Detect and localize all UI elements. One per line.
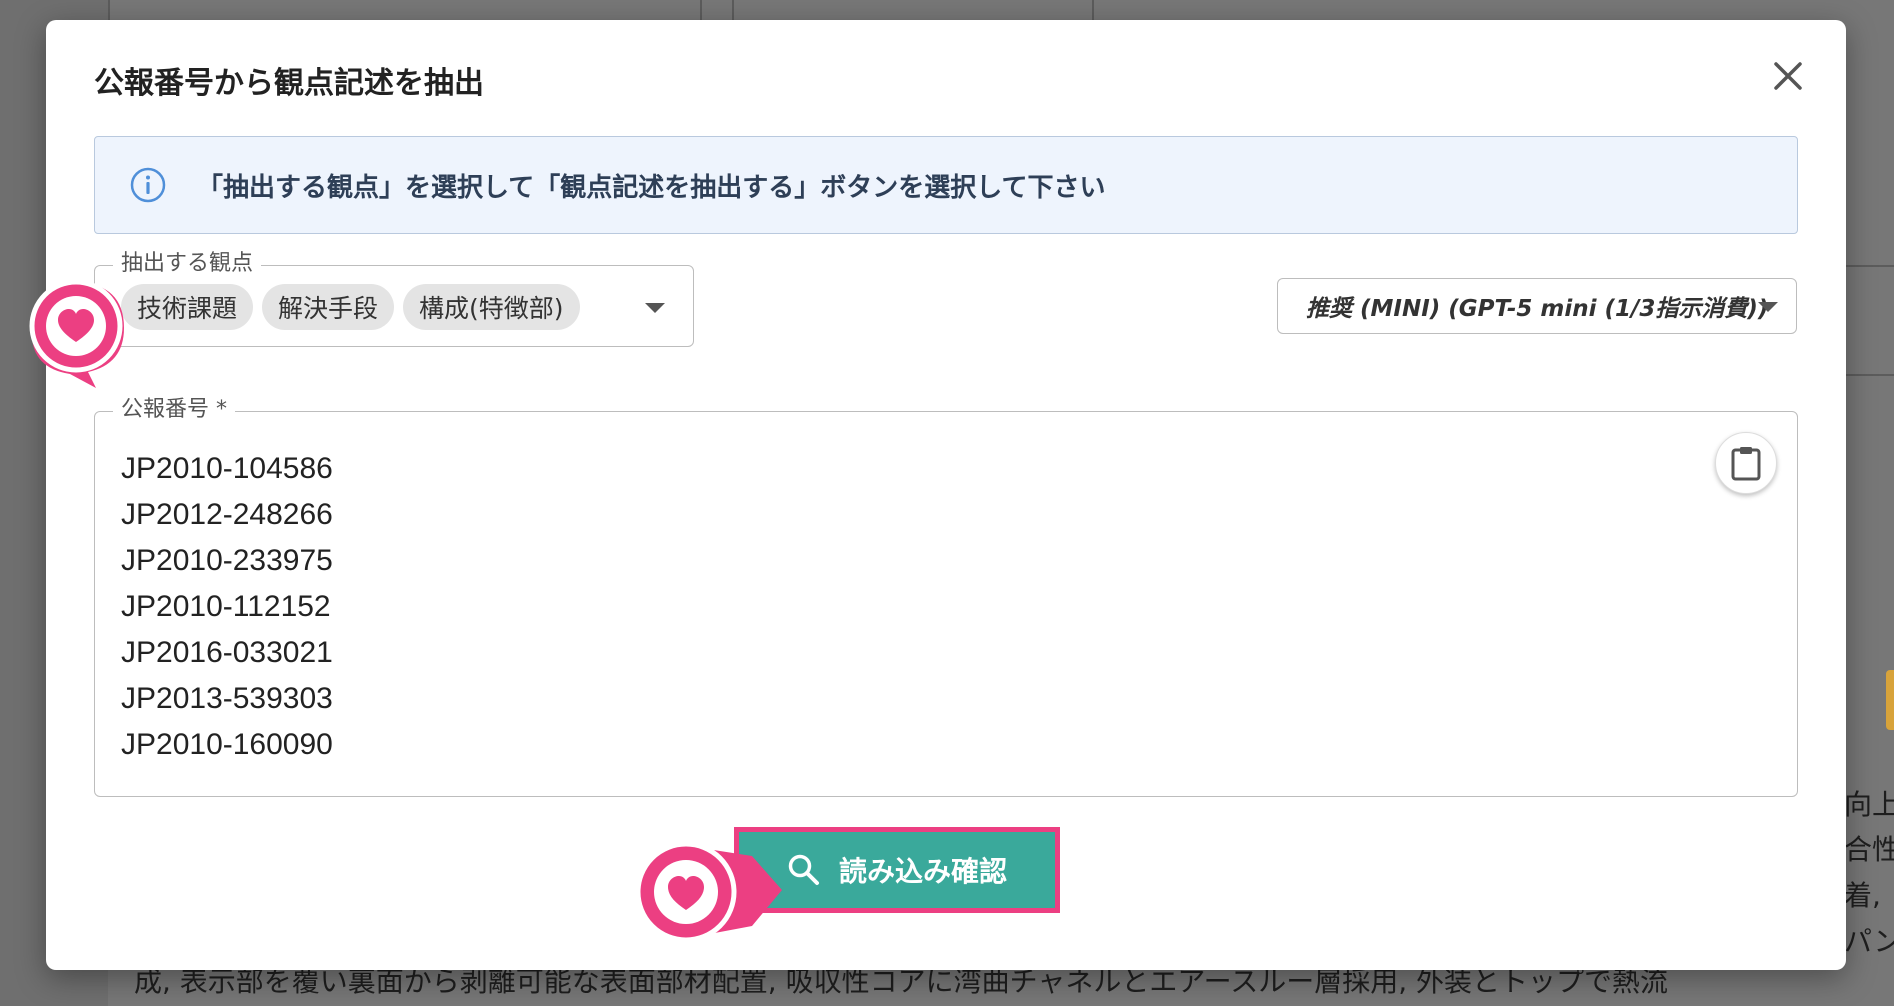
dialog-title: 公報番号から観点記述を抽出 [94,66,484,101]
chevron-down-icon[interactable] [645,303,665,313]
publication-number-list[interactable]: JP2010-104586 JP2012-248266 JP2010-23397… [121,446,333,768]
paste-button[interactable] [1715,432,1777,494]
publication-number: JP2010-112152 [121,590,331,623]
bg-side-tab [1886,670,1894,730]
chevron-down-icon[interactable] [1758,302,1778,312]
close-icon [1774,62,1802,90]
bg-side-text: 向上 [1844,788,1894,821]
heart-marker [635,841,782,943]
info-message: 「抽出する観点」を選択して「観点記述を抽出する」ボタンを選択して下さい [197,172,1106,203]
bg-side-text: 合性 [1844,833,1894,866]
publication-number: JP2013-539303 [121,682,333,715]
publication-number: JP2012-248266 [121,498,333,531]
publication-number: JP2010-104586 [121,452,333,485]
model-select-value: 推奨 (MINI) (GPT-5 mini (1/3指示消費)) [1306,296,1769,322]
info-icon [129,166,167,204]
close-button[interactable] [1768,56,1808,96]
bg-divider [732,0,734,20]
bg-divider [1844,374,1894,376]
aspect-chip[interactable]: 構成(特徴部) [403,284,580,330]
aspect-chip[interactable]: 解決手段 [262,284,395,330]
info-alert: 「抽出する観点」を選択して「観点記述を抽出する」ボタンを選択して下さい [94,136,1798,234]
clipboard-icon [1731,447,1761,481]
bg-divider [700,0,702,20]
load-confirm-label: 読み込み確認 [838,855,1007,888]
aspect-select[interactable]: 抽出する観点 技術課題 解決手段 構成(特徴部) [94,250,694,347]
publication-number-label: 公報番号 * [113,396,235,424]
bg-divider [1092,0,1094,20]
publication-number-field[interactable]: 公報番号 * JP2010-104586 JP2012-248266 JP201… [94,396,1798,797]
publication-number: JP2010-233975 [121,544,333,577]
model-select[interactable]: 推奨 (MINI) (GPT-5 mini (1/3指示消費)) [1277,278,1797,334]
aspect-chips: 技術課題 解決手段 構成(特徴部) [121,284,580,330]
heart-marker [29,279,125,388]
publication-number: JP2016-033021 [121,636,333,669]
search-icon [788,854,819,885]
bg-side-text: パン [1844,925,1894,958]
publication-number: JP2010-160090 [121,728,333,761]
bg-divider [1844,265,1894,267]
bg-divider [108,0,110,20]
aspect-chip[interactable]: 技術課題 [121,284,254,330]
bg-side-text: 着, [1844,879,1881,912]
